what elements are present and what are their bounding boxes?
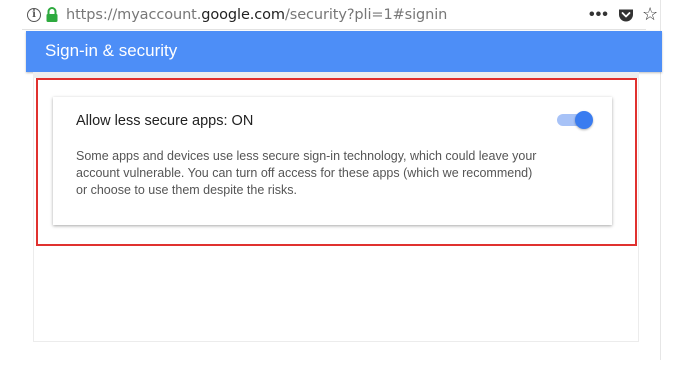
toggle-knob: [575, 111, 593, 129]
url-prefix: https://myaccount.: [66, 7, 202, 23]
info-icon[interactable]: i: [27, 8, 41, 22]
less-secure-apps-toggle[interactable]: [557, 111, 593, 129]
card-title: Allow less secure apps: ON: [76, 113, 254, 129]
url-domain: google.com: [201, 7, 285, 23]
more-icon[interactable]: •••: [589, 6, 609, 24]
page-header: Sign-in & security: [26, 31, 662, 72]
url-text[interactable]: https://myaccount.google.com/security?pl…: [66, 7, 447, 23]
url-path: /security?pli=1#signin: [284, 7, 448, 23]
card-description: Some apps and devices use less secure si…: [76, 149, 537, 197]
page-title: Sign-in & security: [45, 41, 178, 60]
pocket-icon[interactable]: [618, 8, 634, 22]
lock-icon[interactable]: [45, 7, 59, 23]
star-icon[interactable]: ☆: [642, 4, 658, 24]
screenshot-root: i https://myaccount.google.com/security?…: [0, 0, 700, 370]
less-secure-apps-card: Allow less secure apps: ON Some apps and…: [53, 97, 612, 225]
browser-address-bar[interactable]: i https://myaccount.google.com/security?…: [22, 0, 658, 30]
